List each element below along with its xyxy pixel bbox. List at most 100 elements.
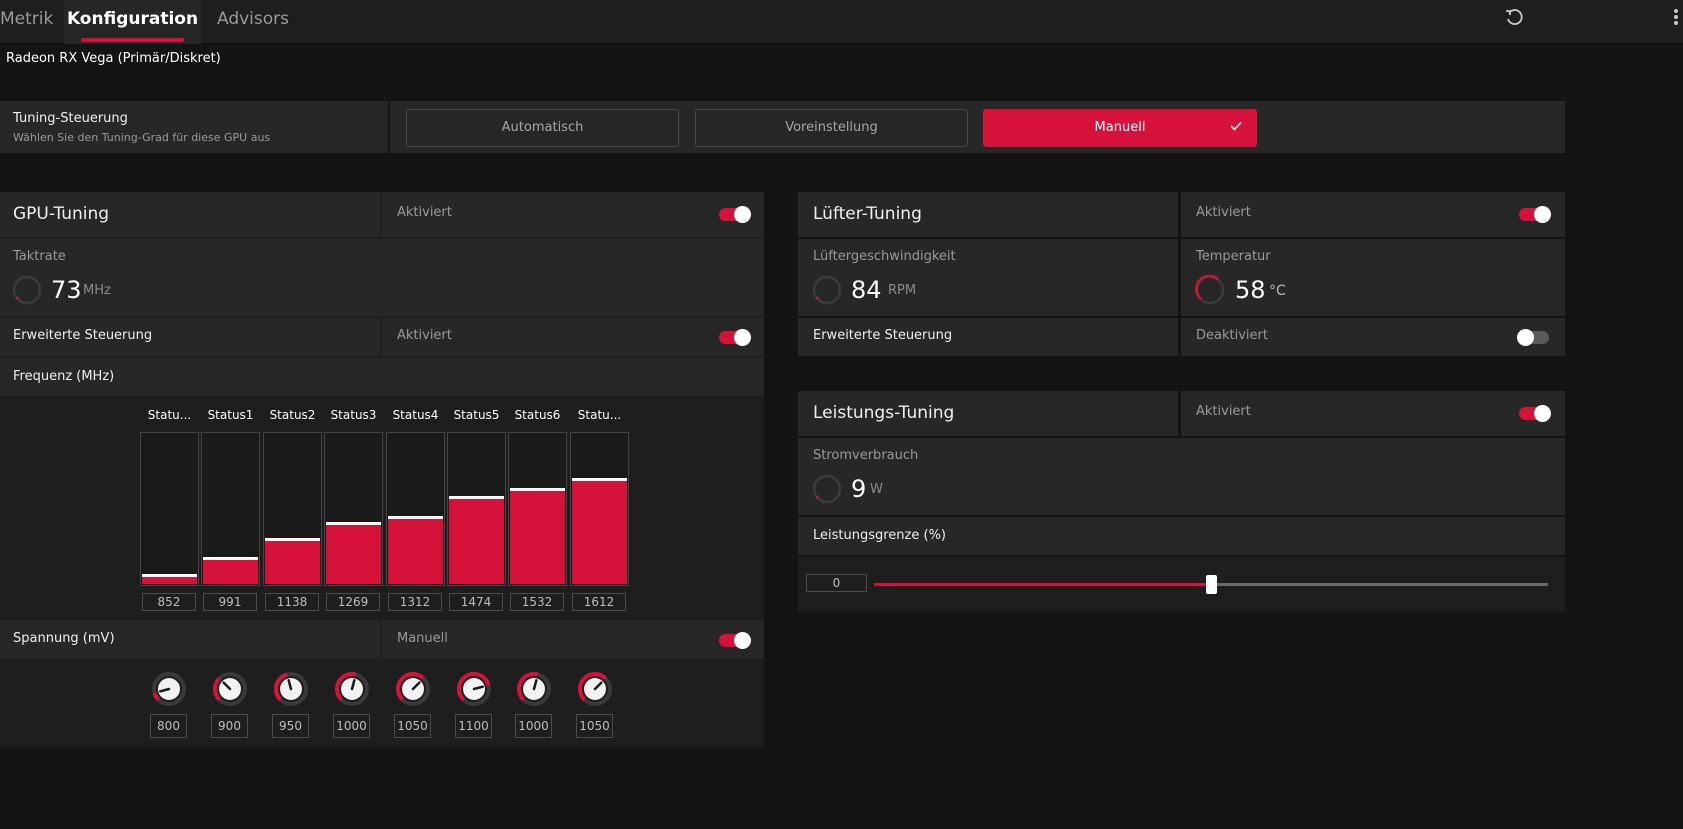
option-label: Automatisch bbox=[501, 120, 584, 135]
voltage-value-input[interactable]: 1100 bbox=[455, 714, 492, 738]
fan-speed-cell: Lüftergeschwindigkeit 84 RPM bbox=[798, 239, 1178, 316]
toggle-knob bbox=[1534, 405, 1551, 422]
tab-label: Metrik bbox=[0, 9, 54, 29]
fan-speed-value: 84 bbox=[851, 276, 882, 304]
frequency-value-input[interactable]: 1312 bbox=[388, 593, 442, 611]
frequency-bar-fill bbox=[572, 481, 627, 584]
toggle-knob bbox=[734, 632, 751, 649]
power-limit-slider-thumb[interactable] bbox=[1206, 575, 1217, 594]
power-consumption-cell: Stromverbrauch 9 W bbox=[798, 438, 1565, 515]
frequency-state-bar[interactable] bbox=[324, 432, 383, 586]
power-tuning-toggle[interactable] bbox=[1519, 405, 1551, 422]
frequency-state-bar[interactable] bbox=[508, 432, 567, 586]
frequency-bar-handle[interactable] bbox=[326, 522, 381, 525]
frequency-state-bar[interactable] bbox=[570, 432, 629, 586]
voltage-value-input[interactable]: 1000 bbox=[333, 714, 370, 738]
fan-tuning-toggle[interactable] bbox=[1519, 206, 1551, 223]
power-limit-slider-cell: 0 bbox=[798, 557, 1565, 612]
power-limit-slider-fill bbox=[874, 583, 1211, 586]
frequency-state-bar[interactable] bbox=[386, 432, 445, 586]
tuning-option-automatic-button[interactable]: Automatisch bbox=[406, 109, 679, 147]
frequency-bar-fill bbox=[265, 541, 320, 584]
tuning-control-subtitle: Wählen Sie den Tuning-Grad für diese GPU… bbox=[13, 131, 271, 144]
temperature-label: Temperatur bbox=[1196, 249, 1271, 264]
tab-konfiguration[interactable]: Konfiguration bbox=[64, 0, 201, 44]
frequency-state-bar[interactable] bbox=[447, 432, 506, 586]
frequency-value-input[interactable]: 852 bbox=[142, 593, 196, 611]
frequency-state-label: Status6 bbox=[514, 408, 561, 422]
frequency-state-label: Status1 bbox=[207, 408, 254, 422]
gpu-tuning-toggle[interactable] bbox=[719, 206, 751, 223]
voltage-value-input[interactable]: 1050 bbox=[576, 714, 613, 738]
frequency-state-bar[interactable] bbox=[140, 432, 199, 586]
voltage-knob[interactable] bbox=[151, 671, 187, 707]
power-tuning-status: Aktiviert bbox=[1196, 404, 1251, 419]
fan-tuning-status: Aktiviert bbox=[1196, 205, 1251, 220]
voltage-status-cell: Manuell bbox=[382, 620, 764, 658]
frequency-bar-handle[interactable] bbox=[142, 574, 197, 577]
frequency-bar-fill bbox=[142, 577, 197, 584]
clock-unit: MHz bbox=[83, 283, 111, 298]
frequency-bar-handle[interactable] bbox=[203, 557, 258, 560]
frequency-value-input[interactable]: 1269 bbox=[326, 593, 380, 611]
voltage-value-input[interactable]: 900 bbox=[211, 714, 248, 738]
more-menu-icon[interactable] bbox=[1670, 6, 1680, 33]
frequency-header: Frequenz (MHz) bbox=[0, 358, 764, 396]
frequency-value-input[interactable]: 1532 bbox=[510, 593, 564, 611]
frequency-bar-handle[interactable] bbox=[449, 496, 504, 499]
fan-advanced-toggle[interactable] bbox=[1517, 329, 1549, 346]
tab-metrik[interactable]: Metrik bbox=[0, 0, 58, 44]
checkmark-icon bbox=[1230, 110, 1242, 146]
voltage-value-input[interactable]: 950 bbox=[272, 714, 309, 738]
gpu-tuning-status-cell: Aktiviert bbox=[382, 192, 764, 237]
power-limit-slider-track[interactable] bbox=[874, 575, 1548, 594]
voltage-knob[interactable] bbox=[334, 671, 370, 707]
tab-advisors[interactable]: Advisors bbox=[217, 0, 297, 44]
voltage-knob[interactable] bbox=[395, 671, 431, 707]
voltage-knob[interactable] bbox=[516, 671, 552, 707]
voltage-knob[interactable] bbox=[273, 671, 309, 707]
frequency-bar-fill bbox=[326, 525, 381, 584]
frequency-value-input[interactable]: 991 bbox=[203, 593, 257, 611]
frequency-bar-handle[interactable] bbox=[388, 516, 443, 519]
gpu-advanced-status-cell: Aktiviert bbox=[382, 318, 764, 356]
frequency-bar-handle[interactable] bbox=[265, 538, 320, 541]
power-tuning-status-cell: Aktiviert bbox=[1181, 391, 1565, 436]
power-tuning-title: Leistungs-Tuning bbox=[813, 403, 955, 423]
tuning-option-manual-button[interactable]: Manuell bbox=[983, 109, 1257, 147]
fan-tuning-title: Lüfter-Tuning bbox=[813, 204, 922, 224]
frequency-value-input[interactable]: 1138 bbox=[265, 593, 319, 611]
voltage-value-input[interactable]: 1050 bbox=[394, 714, 431, 738]
gpu-tuning-title: GPU-Tuning bbox=[13, 204, 110, 224]
voltage-knob[interactable] bbox=[456, 671, 492, 707]
clock-cell: Taktrate 73 MHz bbox=[0, 239, 764, 316]
power-consumption-label: Stromverbrauch bbox=[813, 448, 919, 463]
tuning-control-title: Tuning-Steuerung bbox=[13, 111, 128, 126]
frequency-state-label: Status5 bbox=[453, 408, 500, 422]
voltage-label: Spannung (mV) bbox=[13, 631, 115, 646]
frequency-state-bar[interactable] bbox=[263, 432, 322, 586]
voltage-knob[interactable] bbox=[212, 671, 248, 707]
tuning-option-preset-button[interactable]: Voreinstellung bbox=[695, 109, 968, 147]
voltage-toggle[interactable] bbox=[719, 632, 751, 649]
option-label: Manuell bbox=[1094, 120, 1146, 135]
frequency-value-input[interactable]: 1612 bbox=[572, 593, 626, 611]
voltage-value-input[interactable]: 800 bbox=[150, 714, 187, 738]
frequency-value-input[interactable]: 1474 bbox=[449, 593, 503, 611]
voltage-value-input[interactable]: 1000 bbox=[515, 714, 552, 738]
frequency-bar-handle[interactable] bbox=[572, 478, 627, 481]
frequency-bar-fill bbox=[510, 491, 565, 584]
frequency-state-bar[interactable] bbox=[201, 432, 260, 586]
frequency-bar-handle[interactable] bbox=[510, 488, 565, 491]
gpu-advanced-toggle[interactable] bbox=[719, 329, 751, 346]
power-limit-input[interactable]: 0 bbox=[806, 574, 867, 592]
voltage-label-cell: Spannung (mV) bbox=[0, 620, 380, 658]
clock-label: Taktrate bbox=[13, 249, 66, 264]
toggle-knob bbox=[734, 329, 751, 346]
power-limit-header: Leistungsgrenze (%) bbox=[798, 517, 1565, 555]
gpu-tuning-status: Aktiviert bbox=[397, 205, 452, 220]
option-label: Voreinstellung bbox=[785, 120, 878, 135]
voltage-knob[interactable] bbox=[577, 671, 613, 707]
reset-icon[interactable] bbox=[1504, 8, 1524, 33]
temperature-gauge-icon bbox=[1195, 274, 1225, 305]
